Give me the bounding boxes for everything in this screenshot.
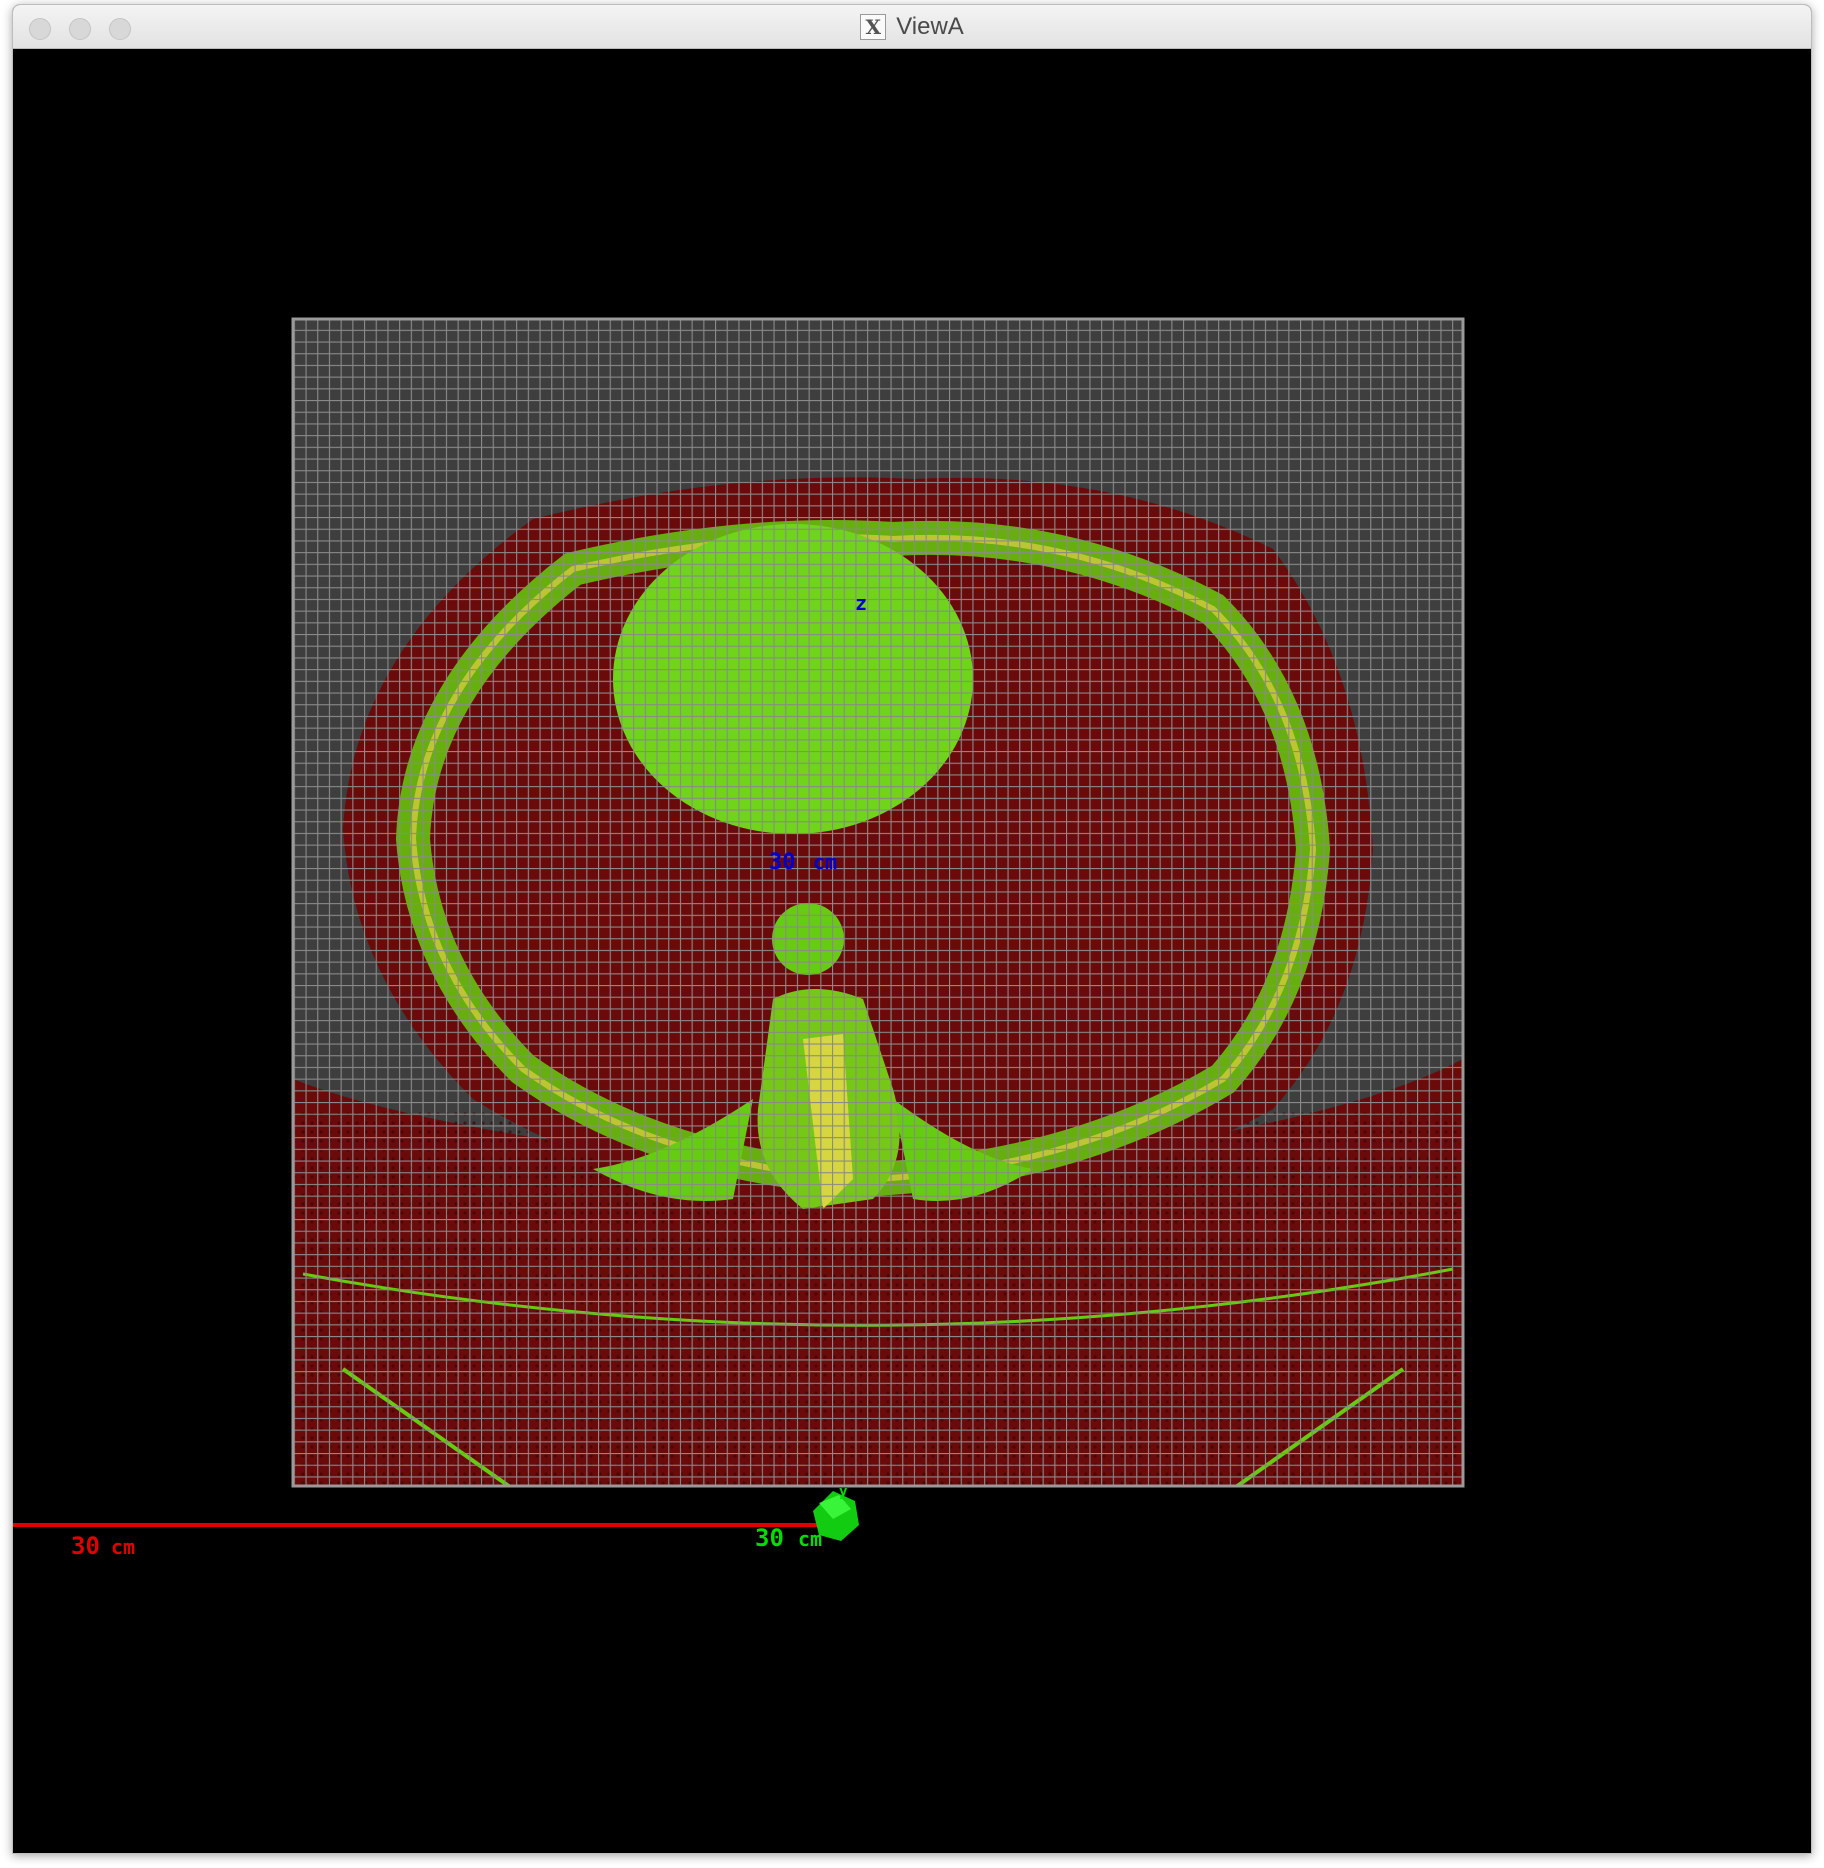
ct-volume [291,317,1465,1488]
viewer-window: X ViewA z 30 cm 30 cm y 30 cm [12,4,1812,1854]
render-viewport[interactable]: z 30 cm 30 cm y 30 cm [13,49,1811,1853]
red-scale-value: 30 [71,1532,100,1560]
z-scale-unit: cm [813,850,837,874]
x11-icon: X [860,14,887,40]
z-axis-label: z [855,591,867,615]
y-axis-label: y [839,1484,848,1500]
green-scale-value: 30 [755,1524,784,1552]
green-scale-unit: cm [798,1527,822,1551]
window-title: ViewA [896,13,964,40]
red-scale-unit: cm [111,1535,135,1559]
title-group: X ViewA [13,5,1811,49]
z-scale-value: 30 [769,850,796,875]
title-bar[interactable]: X ViewA [13,5,1811,49]
voxel-grid [293,319,1463,1486]
